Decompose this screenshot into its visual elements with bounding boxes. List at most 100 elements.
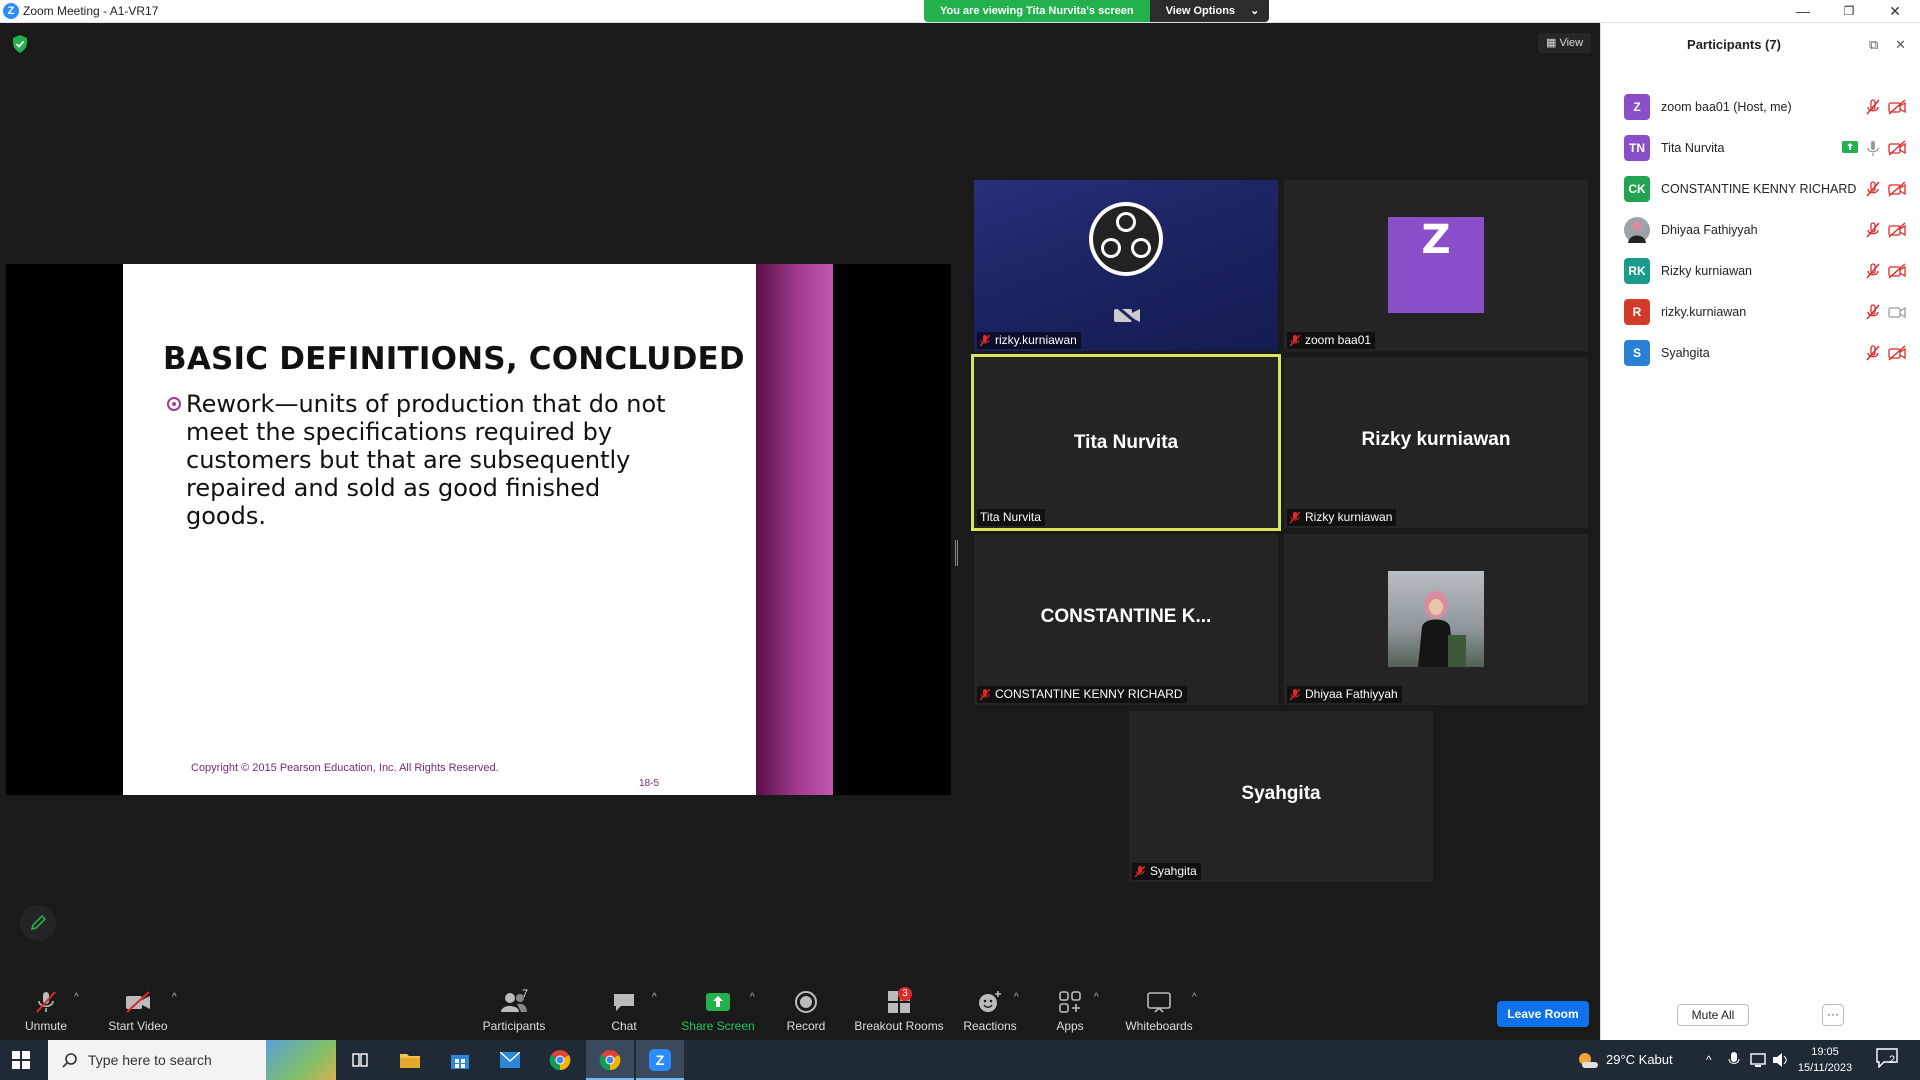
video-tile[interactable]: rizky.kurniawan (974, 180, 1278, 351)
sharing-screen-icon (1842, 140, 1860, 156)
chrome-button[interactable] (536, 1040, 584, 1080)
whiteboards-button[interactable]: Whiteboards (1122, 980, 1196, 1040)
tray-overflow-icon[interactable]: ^ (1706, 1040, 1712, 1080)
apps-button[interactable]: Apps (1050, 980, 1090, 1040)
start-video-button[interactable]: Start Video (104, 980, 172, 1040)
meeting-toolbar: Unmute ^ Start Video ^ 7 Participants Ch… (0, 980, 1600, 1040)
weather-icon[interactable] (1576, 1050, 1598, 1070)
unmute-button[interactable]: Unmute (18, 980, 74, 1040)
mute-all-button[interactable]: Mute All (1677, 1004, 1749, 1026)
notification-button[interactable]: 2 (1876, 1048, 1906, 1072)
leave-room-button[interactable]: Leave Room (1497, 1001, 1589, 1027)
network-icon[interactable] (1750, 1052, 1766, 1068)
store-button[interactable] (436, 1040, 484, 1080)
windows-start-icon[interactable] (12, 1051, 30, 1069)
camera-off-icon (126, 991, 150, 1013)
profile-photo-icon (1628, 221, 1646, 243)
encryption-shield-icon[interactable] (12, 35, 28, 53)
minimize-button[interactable]: — (1780, 0, 1826, 23)
camera-off-icon[interactable] (1888, 140, 1906, 156)
video-tile[interactable]: CONSTANTINE K... CONSTANTINE KENNY RICHA… (974, 534, 1278, 705)
tile-display-name: Syahgita (1241, 783, 1321, 804)
record-button[interactable]: Record (782, 980, 830, 1040)
tile-name-label: rizky.kurniawan (977, 332, 1081, 349)
audio-options-caret[interactable]: ^ (74, 992, 79, 1003)
participant-row[interactable]: TN Tita Nurvita (1601, 128, 1920, 169)
weather-text[interactable]: 29°C Kabut (1606, 1040, 1673, 1080)
participant-row[interactable]: Rrizky.kurniawan (1601, 292, 1920, 333)
camera-off-icon[interactable] (1888, 345, 1906, 361)
split-resize-handle[interactable] (955, 540, 958, 566)
video-tile[interactable]: Dhiyaa Fathiyyah (1284, 534, 1588, 705)
whiteboards-caret[interactable]: ^ (1192, 992, 1197, 1003)
tile-participant-name: CONSTANTINE KENNY RICHARD (995, 687, 1183, 701)
participant-row[interactable]: CK CONSTANTINE KENNY RICHARD (1601, 169, 1920, 210)
reactions-caret[interactable]: ^ (1014, 992, 1019, 1003)
mic-muted-icon[interactable] (1865, 99, 1883, 115)
mic-muted-icon[interactable] (1865, 181, 1883, 197)
participant-row[interactable]: S Syahgita (1601, 333, 1920, 374)
camera-off-icon[interactable] (1888, 99, 1906, 115)
mic-muted-icon[interactable] (1865, 345, 1883, 361)
tile-name-label: Tita Nurvita (977, 509, 1045, 526)
close-window-button[interactable]: ✕ (1872, 0, 1918, 23)
avatar: RK (1624, 258, 1650, 284)
more-options-button[interactable]: ··· (1822, 1004, 1844, 1026)
reactions-button[interactable]: Reactions (962, 980, 1018, 1040)
share-screen-icon (706, 993, 730, 1011)
shared-screen[interactable]: BASIC DEFINITIONS, CONCLUDED Rework—unit… (6, 264, 951, 795)
camera-off-icon[interactable] (1888, 222, 1906, 238)
active-speaker-tile[interactable]: Tita Nurvita Tita Nurvita (971, 354, 1281, 531)
popout-icon[interactable]: ⧉ (1869, 37, 1878, 53)
video-options-caret[interactable]: ^ (172, 992, 177, 1003)
chrome-profile-button[interactable] (586, 1040, 634, 1080)
view-layout-button[interactable]: ▦ View (1538, 33, 1592, 53)
annotate-button[interactable] (20, 905, 56, 941)
camera-off-icon[interactable] (1888, 263, 1906, 279)
task-view-button[interactable] (336, 1040, 384, 1080)
breakout-rooms-label: Breakout Rooms (854, 1019, 944, 1033)
participant-row[interactable]: RK Rizky kurniawan (1601, 251, 1920, 292)
record-icon (795, 991, 817, 1013)
close-icon[interactable]: ✕ (1895, 37, 1906, 53)
file-explorer-button[interactable] (386, 1040, 434, 1080)
share-screen-button[interactable]: Share Screen (680, 980, 756, 1040)
mic-muted-icon[interactable] (1865, 263, 1883, 279)
video-tile[interactable]: Rizky kurniawan Rizky kurniawan (1284, 357, 1588, 528)
restore-button[interactable]: ❐ (1826, 0, 1872, 23)
chat-button[interactable]: Chat (606, 980, 642, 1040)
mic-icon[interactable] (1865, 140, 1883, 156)
share-options-caret[interactable]: ^ (750, 992, 755, 1003)
microphone-icon[interactable] (1728, 1052, 1740, 1068)
video-tile[interactable]: Syahgita Syahgita (1129, 711, 1433, 882)
apps-caret[interactable]: ^ (1094, 992, 1099, 1003)
whiteboard-icon (1147, 992, 1171, 1013)
participants-label: Participants (482, 1019, 546, 1033)
camera-icon[interactable] (1888, 304, 1906, 320)
mic-muted-icon[interactable] (1865, 304, 1883, 320)
breakout-rooms-button[interactable]: 3 Breakout Rooms (852, 980, 946, 1040)
participants-button[interactable]: 7 Participants (478, 980, 550, 1040)
profile-photo (1388, 571, 1484, 667)
participant-row[interactable]: Zzoom baa01 (Host, me) (1601, 87, 1920, 128)
speaker-icon[interactable] (1772, 1052, 1788, 1068)
view-options-button[interactable]: View Options ⌄ (1149, 0, 1270, 22)
chat-options-caret[interactable]: ^ (652, 992, 657, 1003)
chevron-down-icon: ⌄ (1250, 5, 1260, 17)
zoom-taskbar-button[interactable]: Z (636, 1040, 684, 1080)
system-clock[interactable]: 19:05 15/11/2023 (1790, 1044, 1860, 1076)
mail-icon (499, 1051, 521, 1068)
participant-row[interactable]: Dhiyaa Fathiyyah (1601, 210, 1920, 251)
tile-participant-name: zoom baa01 (1305, 333, 1372, 347)
apps-label: Apps (1056, 1019, 1084, 1033)
mic-muted-icon[interactable] (1865, 222, 1883, 238)
title-bar: Z Zoom Meeting - A1-VR17 You are viewing… (0, 0, 1920, 23)
chrome-icon (549, 1050, 571, 1071)
store-icon (451, 1055, 469, 1069)
taskbar-search-box[interactable]: Type here to search (48, 1040, 336, 1080)
video-tile[interactable]: Z zoom baa01 (1284, 180, 1588, 351)
zoom-window: Z Zoom Meeting - A1-VR17 You are viewing… (0, 0, 1920, 1080)
mail-button[interactable] (486, 1040, 534, 1080)
tile-display-name: Tita Nurvita (1073, 432, 1179, 453)
camera-off-icon[interactable] (1888, 181, 1906, 197)
